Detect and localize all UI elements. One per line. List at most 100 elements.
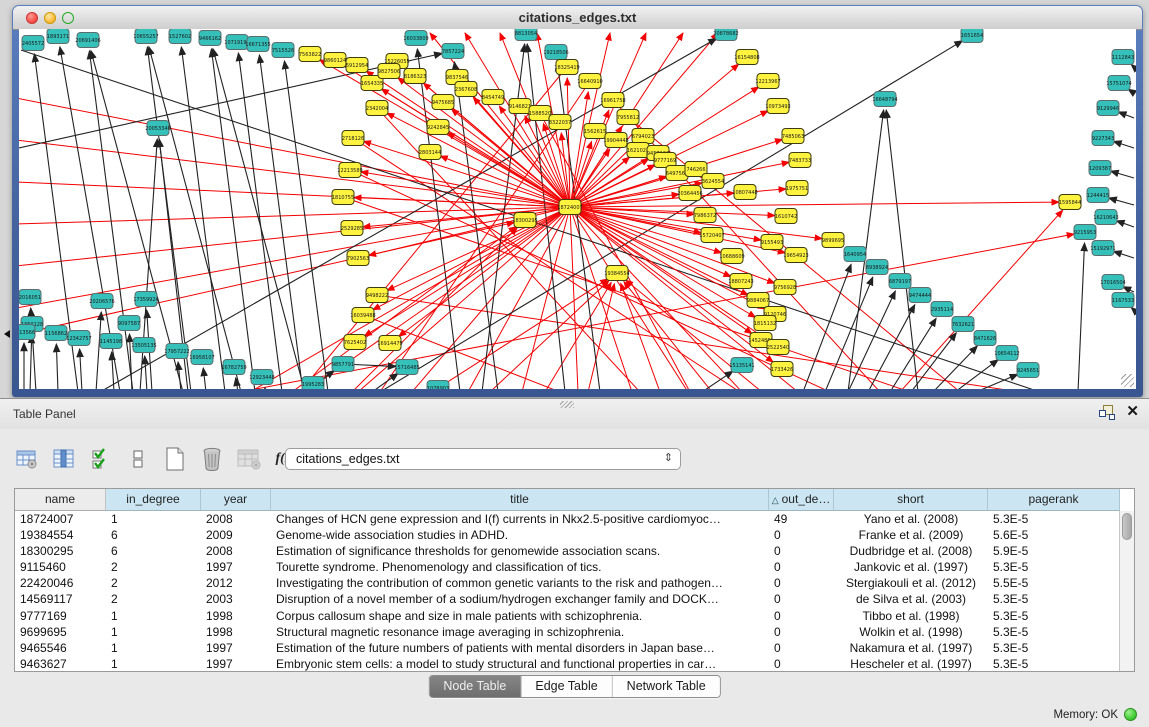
column-header-out_de[interactable]: △out_de… [769, 489, 834, 511]
table-cell[interactable]: 2 [106, 559, 201, 575]
column-header-year[interactable]: year [201, 489, 271, 511]
tab-edge-table[interactable]: Edge Table [521, 676, 612, 697]
table-cell[interactable]: 5.3E-5 [988, 559, 1120, 575]
table-cell[interactable]: 1998 [201, 608, 271, 624]
new-table-icon[interactable] [162, 446, 188, 472]
table-cell[interactable]: Nakamura et al. (1997) [834, 640, 988, 656]
table-cell[interactable]: 2003 [201, 591, 271, 607]
table-cell[interactable]: Estimation of significance thresholds fo… [271, 543, 769, 559]
table-cell[interactable]: 5.3E-5 [988, 608, 1120, 624]
table-cell[interactable]: Structural magnetic resonance image aver… [271, 624, 769, 640]
table-cell[interactable]: 2008 [201, 511, 271, 527]
table-cell[interactable]: Dudbridge et al. (2008) [834, 543, 988, 559]
table-cell[interactable]: 14569117 [15, 591, 106, 607]
table-cell[interactable]: 2 [106, 575, 201, 591]
import-table-icon[interactable] [236, 446, 262, 472]
table-cell[interactable]: 5.6E-5 [988, 527, 1120, 543]
table-cell[interactable]: Estimation of the future numbers of pati… [271, 640, 769, 656]
table-cell[interactable]: 9463627 [15, 656, 106, 672]
table-row[interactable]: 977716911998Corpus callosum shape and si… [15, 608, 1134, 624]
table-row[interactable]: 946362711997Embryonic stem cells: a mode… [15, 656, 1134, 672]
table-cell[interactable]: de Silva et al. (2003) [834, 591, 988, 607]
table-cell[interactable]: 0 [769, 543, 834, 559]
table-cell[interactable]: 1 [106, 624, 201, 640]
resize-grip[interactable] [1121, 374, 1134, 387]
table-cell[interactable]: 9115460 [15, 559, 106, 575]
table-cell[interactable]: Jankovic et al. (1997) [834, 559, 988, 575]
table-cell[interactable]: Stergiakouli et al. (2012) [834, 575, 988, 591]
table-row[interactable]: 1456911722003Disruption of a novel membe… [15, 591, 1134, 607]
table-cell[interactable]: 1998 [201, 624, 271, 640]
table-cell[interactable]: 1997 [201, 559, 271, 575]
table-cell[interactable]: 2009 [201, 527, 271, 543]
table-cell[interactable]: Genome-wide association studies in ADHD. [271, 527, 769, 543]
table-cell[interactable]: 1 [106, 511, 201, 527]
table-scrollbar[interactable] [1119, 511, 1134, 671]
column-header-short[interactable]: short [834, 489, 988, 511]
table-cell[interactable]: 1 [106, 656, 201, 672]
table-cell[interactable]: 2008 [201, 543, 271, 559]
table-cell[interactable]: 5.3E-5 [988, 640, 1120, 656]
network-canvas[interactable]: 2405572189317120691406106552571527602946… [19, 29, 1136, 389]
column-header-title[interactable]: title [271, 489, 769, 511]
column-chooser-icon[interactable] [51, 446, 77, 472]
select-rows-icon[interactable] [88, 446, 114, 472]
row-height-icon[interactable] [125, 446, 151, 472]
table-cell[interactable]: 0 [769, 527, 834, 543]
table-cell[interactable]: 0 [769, 608, 834, 624]
table-row[interactable]: 911546021997Tourette syndrome. Phenomeno… [15, 559, 1134, 575]
table-cell[interactable]: 2 [106, 591, 201, 607]
float-panel-icon[interactable] [1098, 404, 1114, 420]
table-row[interactable]: 969969511998Structural magnetic resonanc… [15, 624, 1134, 640]
table-cell[interactable]: 2012 [201, 575, 271, 591]
table-row[interactable]: 1872400712008Changes of HCN gene express… [15, 511, 1134, 527]
table-cell[interactable]: Disruption of a novel member of a sodium… [271, 591, 769, 607]
table-cell[interactable]: Embryonic stem cells: a model to study s… [271, 656, 769, 672]
column-header-in_degree[interactable]: in_degree [106, 489, 201, 511]
table-cell[interactable]: 0 [769, 559, 834, 575]
table-cell[interactable]: 0 [769, 575, 834, 591]
table-cell[interactable]: 5.5E-5 [988, 575, 1120, 591]
table-cell[interactable]: 6 [106, 543, 201, 559]
table-cell[interactable]: 6 [106, 527, 201, 543]
table-cell[interactable]: 5.3E-5 [988, 656, 1120, 672]
table-cell[interactable]: 1 [106, 608, 201, 624]
table-cell[interactable]: Investigating the contribution of common… [271, 575, 769, 591]
table-cell[interactable]: Corpus callosum shape and size in male p… [271, 608, 769, 624]
tab-node-table[interactable]: Node Table [429, 676, 521, 697]
table-cell[interactable]: 0 [769, 624, 834, 640]
table-cell[interactable]: 9777169 [15, 608, 106, 624]
table-cell[interactable]: 5.3E-5 [988, 624, 1120, 640]
table-cell[interactable]: 9699695 [15, 624, 106, 640]
table-cell[interactable]: 0 [769, 656, 834, 672]
table-row[interactable]: 2242004622012Investigating the contribut… [15, 575, 1134, 591]
table-cell[interactable]: 18300295 [15, 543, 106, 559]
table-row[interactable]: 946554611997Estimation of the future num… [15, 640, 1134, 656]
table-settings-icon[interactable] [14, 446, 40, 472]
close-panel-icon[interactable]: ✕ [1126, 404, 1139, 420]
table-cell[interactable]: 1997 [201, 656, 271, 672]
column-header-pagerank[interactable]: pagerank [988, 489, 1120, 511]
table-row[interactable]: 1938455462009Genome-wide association stu… [15, 527, 1134, 543]
table-cell[interactable]: 1997 [201, 640, 271, 656]
table-select[interactable]: citations_edges.txt ⇕ [285, 448, 681, 470]
table-cell[interactable]: Hescheler et al. (1997) [834, 656, 988, 672]
table-cell[interactable]: 18724007 [15, 511, 106, 527]
column-header-name[interactable]: name [15, 489, 106, 511]
table-cell[interactable]: 0 [769, 640, 834, 656]
table-cell[interactable]: 0 [769, 591, 834, 607]
table-cell[interactable]: Tourette syndrome. Phenomenology and cla… [271, 559, 769, 575]
table-cell[interactable]: Franke et al. (2009) [834, 527, 988, 543]
table-cell[interactable]: Yano et al. (2008) [834, 511, 988, 527]
scrollbar-thumb[interactable] [1122, 513, 1132, 540]
tab-network-table[interactable]: Network Table [613, 676, 720, 697]
table-cell[interactable]: 49 [769, 511, 834, 527]
table-cell[interactable]: 5.3E-5 [988, 511, 1120, 527]
table-cell[interactable]: 5.9E-5 [988, 543, 1120, 559]
table-row[interactable]: 1830029562008Estimation of significance … [15, 543, 1134, 559]
table-cell[interactable]: Tibbo et al. (1998) [834, 608, 988, 624]
table-cell[interactable]: Changes of HCN gene expression and I(f) … [271, 511, 769, 527]
table-cell[interactable]: 9465546 [15, 640, 106, 656]
delete-table-icon[interactable] [199, 446, 225, 472]
network-window-titlebar[interactable]: citations_edges.txt [13, 6, 1142, 30]
